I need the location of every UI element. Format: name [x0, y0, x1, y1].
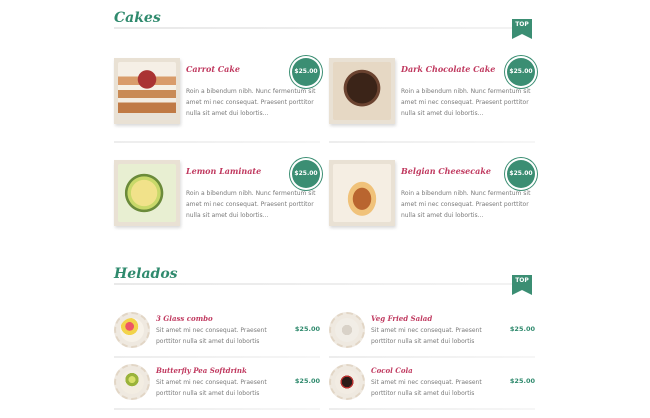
item-description: Sit amet mi nec consequat. Praesent port… — [371, 327, 482, 345]
card-title[interactable]: Belgian Cheesecake — [401, 166, 491, 176]
card-description: Roin a bibendum nibh. Nunc fermentum sit… — [186, 190, 316, 219]
item-description: Sit amet mi nec consequat. Praesent port… — [156, 379, 267, 397]
chocolate-cake-photo — [333, 62, 391, 120]
row-divider — [329, 408, 535, 410]
item-description: Sit amet mi nec consequat. Praesent port… — [156, 327, 267, 345]
item-title[interactable]: Cocol Cola — [371, 366, 413, 375]
salad-photo — [335, 318, 359, 342]
menu-card[interactable]: Belgian Cheesecake $25.00 Roin a bibendu… — [329, 160, 535, 236]
row-divider — [329, 141, 535, 143]
item-price: $25.00 — [294, 377, 320, 385]
row-divider — [114, 356, 320, 358]
item-description: Sit amet mi nec consequat. Praesent port… — [371, 379, 482, 397]
thumbnail — [114, 312, 150, 348]
card-description: Roin a bibendum nibh. Nunc fermentum sit… — [401, 88, 531, 117]
price-badge: $25.00 — [507, 160, 535, 188]
item-title[interactable]: 3 Glass combo — [156, 314, 213, 323]
item-title[interactable]: Veg Fried Salad — [371, 314, 432, 323]
list-item[interactable]: Veg Fried Salad Sit amet mi nec consequa… — [329, 312, 535, 350]
menu-card[interactable]: Carrot Cake $25.00 Roin a bibendum nibh.… — [114, 58, 320, 134]
price-badge: $25.00 — [507, 58, 535, 86]
list-item[interactable]: 3 Glass combo Sit amet mi nec consequat.… — [114, 312, 320, 350]
lemon-cake-photo — [118, 164, 176, 222]
menu-card[interactable]: Lemon Laminate $25.00 Roin a bibendum ni… — [114, 160, 320, 236]
item-price: $25.00 — [294, 325, 320, 333]
thumbnail — [329, 312, 365, 348]
item-title[interactable]: Butterfly Pea Softdrink — [156, 366, 247, 375]
carrot-cake-photo — [118, 62, 176, 120]
row-divider — [329, 356, 535, 358]
back-to-top-button[interactable]: TOP — [512, 19, 532, 39]
thumbnail — [329, 364, 365, 400]
card-description: Roin a bibendum nibh. Nunc fermentum sit… — [401, 190, 531, 219]
price-badge: $25.00 — [292, 58, 320, 86]
section-title-helados: Helados — [114, 266, 178, 282]
price-badge: $25.00 — [292, 160, 320, 188]
card-title[interactable]: Dark Chocolate Cake — [401, 64, 495, 74]
list-item[interactable]: Butterfly Pea Softdrink Sit amet mi nec … — [114, 364, 320, 402]
item-price: $25.00 — [509, 325, 535, 333]
menu-card[interactable]: Dark Chocolate Cake $25.00 Roin a bibend… — [329, 58, 535, 134]
photo-frame — [329, 160, 395, 226]
list-item[interactable]: Cocol Cola Sit amet mi nec consequat. Pr… — [329, 364, 535, 402]
photo-frame — [114, 58, 180, 124]
row-divider — [114, 408, 320, 410]
card-title[interactable]: Carrot Cake — [186, 64, 240, 74]
section-title-cakes: Cakes — [114, 10, 161, 26]
card-title[interactable]: Lemon Laminate — [186, 166, 261, 176]
back-to-top-button[interactable]: TOP — [512, 275, 532, 295]
section-divider — [114, 283, 532, 285]
thumbnail — [114, 364, 150, 400]
row-divider — [114, 141, 320, 143]
card-description: Roin a bibendum nibh. Nunc fermentum sit… — [186, 88, 316, 117]
photo-frame — [114, 160, 180, 226]
softdrink-photo — [120, 370, 144, 394]
cheesecake-photo — [333, 164, 391, 222]
cola-photo — [335, 370, 359, 394]
photo-frame — [329, 58, 395, 124]
glass-combo-photo — [120, 318, 144, 342]
menu-page: Cakes TOP Carrot Cake $25.00 Roin a bibe… — [0, 0, 650, 418]
section-divider — [114, 27, 532, 29]
item-price: $25.00 — [509, 377, 535, 385]
